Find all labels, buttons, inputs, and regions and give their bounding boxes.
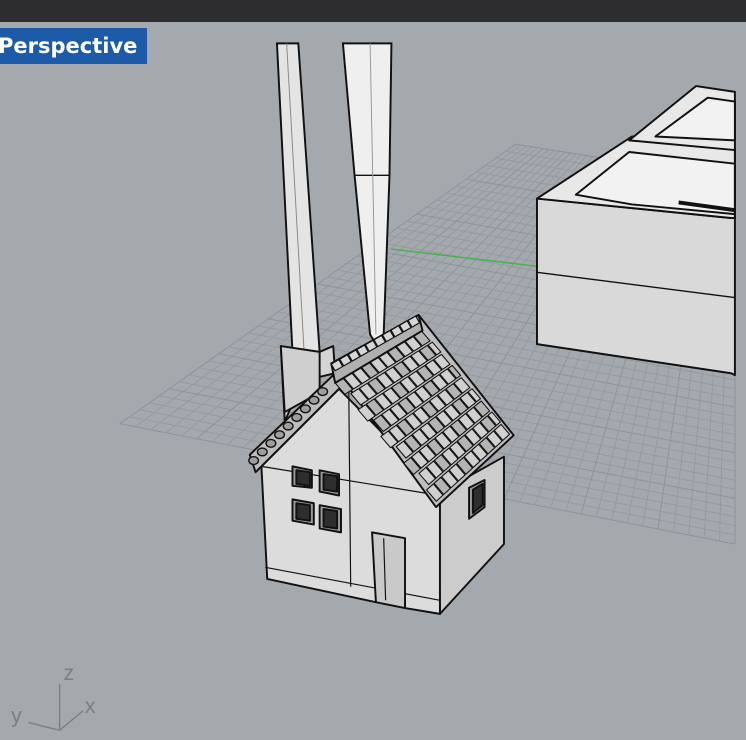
- roof-edge-tile: [274, 430, 286, 440]
- viewport-title-perspective[interactable]: Perspective: [0, 28, 148, 64]
- roof-edge-tile: [308, 395, 320, 405]
- axis-label-x: x: [85, 694, 96, 718]
- window-top-right: [318, 469, 341, 497]
- perspective-viewport[interactable]: z y x Perspective: [0, 22, 746, 740]
- roof-edge-tile: [248, 456, 260, 466]
- axis-label-y: y: [11, 704, 22, 728]
- window-top-left: [291, 465, 313, 489]
- window-bottom-right: [318, 504, 342, 534]
- roof-edge-tile: [299, 404, 311, 414]
- roof-edge-tile: [317, 387, 329, 397]
- roof-edge-tile: [256, 447, 268, 457]
- roof-edge-tile: [282, 421, 294, 431]
- scene-canvas[interactable]: z y x: [0, 22, 746, 740]
- building-box[interactable]: [536, 85, 736, 377]
- axis-label-z: z: [63, 661, 74, 685]
- window-bottom-left: [291, 498, 315, 526]
- roof-edge-tile: [291, 412, 303, 422]
- world-axes-icon: [28, 683, 84, 731]
- roof-edge-tile: [265, 438, 277, 448]
- tall-cylinder-left[interactable]: [275, 42, 321, 353]
- window-title-bar: [0, 0, 746, 22]
